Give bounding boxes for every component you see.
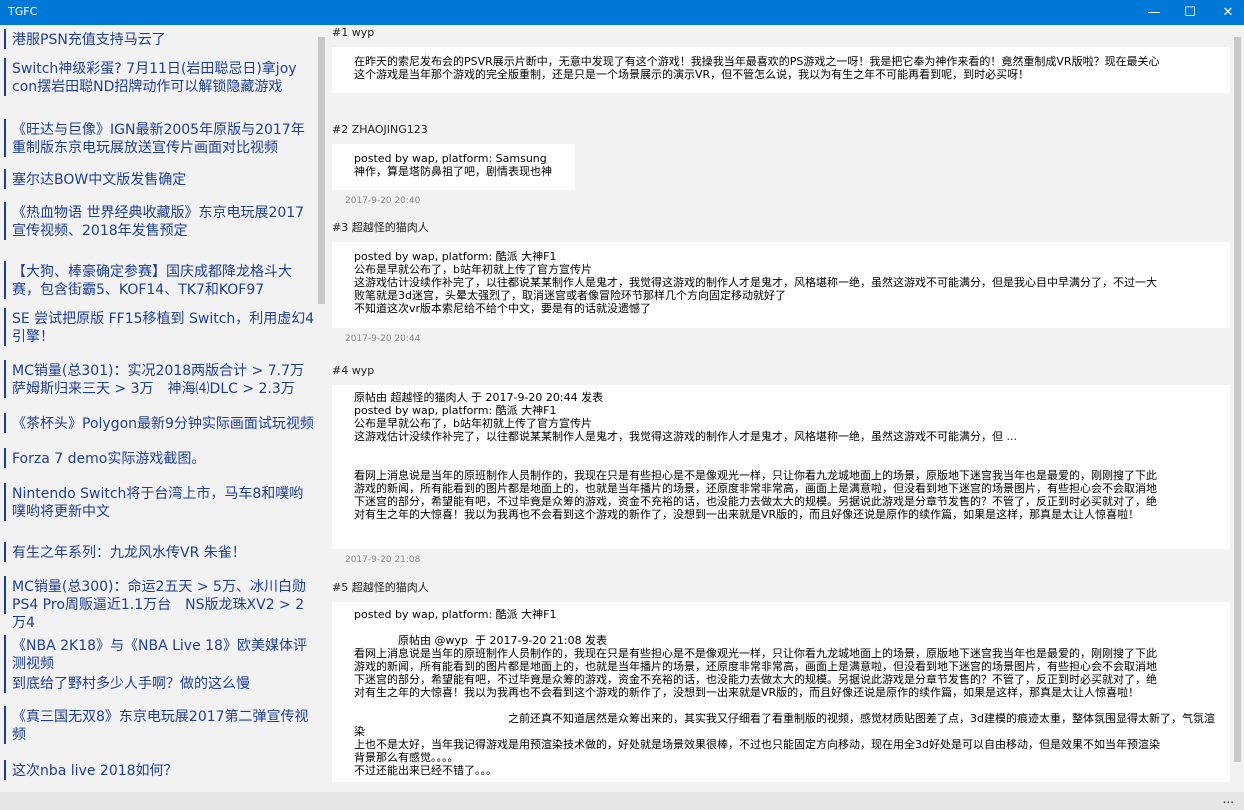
- news-item[interactable]: SE 尝试把原版 FF15移植到 Switch，利用虚幻4引擎！: [4, 308, 316, 346]
- post-line: 公布是早就公布了，b站年初就上传了官方宣传片: [354, 417, 592, 430]
- post-timestamp: 2017-9-20 20:40: [345, 196, 421, 206]
- post-line: 原帖由 超越怪的猫肉人 于 2017-9-20 20:44 发表: [354, 391, 604, 404]
- news-item[interactable]: MC销量(总301)：实况2018两版合计 > 7.7万 萨姆斯归来三天 > 3…: [4, 360, 316, 398]
- news-item[interactable]: 《真三国无双8》东京电玩展2017第二弹宣传视频: [4, 706, 316, 744]
- post-line: 在昨天的索尼发布会的PSVR展示片断中，无意中发现了有这个游戏！我操我当年最喜欢…: [354, 55, 1160, 68]
- post-line: posted by wap, platform: 酷派 大神F1: [354, 404, 557, 417]
- news-item[interactable]: 塞尔达BOW中文版发售确定: [4, 169, 316, 189]
- post-header: #5 超越怪的猫肉人: [332, 581, 429, 594]
- post-line: 游戏的新闻，所有能看到的图片都是地面上的，也就是当年播片的场景，还原度非常非常高…: [354, 482, 1157, 495]
- news-item[interactable]: 【大狗、棒豪确定参赛】国庆成都降龙格斗大赛，包含街霸5、KOF14、TK7和KO…: [4, 261, 316, 299]
- post-header: #3 超越怪的猫肉人: [332, 221, 429, 234]
- news-item[interactable]: 有生之年系列：九龙风水传VR 朱雀！: [4, 542, 316, 562]
- post-line: 游戏的新闻，所有能看到的图片都是地面上的，也就是当年播片的场景，还原度非常非常高…: [354, 660, 1157, 673]
- news-item[interactable]: 到底给了野村多少人手啊？做的这么慢: [4, 673, 316, 693]
- news-item[interactable]: 《热血物语 世界经典收藏版》东京电玩展2017宣传视频、2018年发售预定: [4, 202, 316, 240]
- news-list-pane: 港服PSN充值支持马云了 Switch神级彩蛋? 7月11日(岩田聪忌日)拿joy…: [0, 25, 316, 792]
- news-item[interactable]: Nintendo Switch将于台湾上市，马车8和噗哟噗哟将更新中文: [4, 483, 316, 521]
- post-line: 不过还能出来已经不错了。。。: [354, 764, 497, 777]
- news-list-scroll-thumb[interactable]: [318, 37, 325, 304]
- post-line: 对有生之年的大惊喜！我以为我再也不会看到这个游戏的新作了，没想到一出来就是VR版…: [354, 508, 1140, 521]
- post-line: [354, 621, 1220, 634]
- thread-scroll-thumb[interactable]: [1234, 37, 1241, 762]
- post: #1 wyp 在昨天的索尼发布会的PSVR展示片断中，无意中发现了有这个游戏！我操…: [332, 25, 1230, 93]
- post-body: 原帖由 超越怪的猫肉人 于 2017-9-20 20:44 发表 posted b…: [332, 385, 1230, 549]
- post-line: 神作，算是塔防鼻祖了吧，剧情表现也神: [354, 165, 552, 178]
- more-button[interactable]: ...: [1223, 792, 1234, 806]
- post-timestamp: 2017-9-20 21:08: [345, 555, 421, 565]
- post-line: 对有生之年的大惊喜！我以为我再也不会看到这个游戏的新作了，没想到一出来就是VR版…: [354, 686, 1140, 699]
- post-line: 公布是早就公布了，b站年初就上传了官方宣传片: [354, 263, 592, 276]
- post: #2 ZHAOJING123 posted by wap, platform: S…: [332, 122, 1230, 208]
- post-line: 原帖由 @wyp 于 2017-9-20 21:08 发表: [354, 634, 608, 647]
- post-body: 在昨天的索尼发布会的PSVR展示片断中，无意中发现了有这个游戏！我操我当年最喜欢…: [332, 47, 1230, 93]
- news-list-scrollbar[interactable]: [316, 25, 328, 792]
- post-body: posted by wap, platform: 酷派 大神F1 原帖由 @wy…: [332, 602, 1230, 782]
- post-line: [354, 443, 1220, 456]
- news-item[interactable]: 《茶杯头》Polygon最新9分钟实际画面试玩视频: [4, 413, 316, 433]
- thread-scrollbar[interactable]: [1232, 25, 1244, 792]
- post-header: #4 wyp: [332, 364, 375, 377]
- post-line: 看网上消息说是当年的原班制作人员制作的，我现在只是有些担心是不是像观光一样，只让…: [354, 469, 1157, 482]
- news-item[interactable]: Forza 7 demo实际游戏截图。: [4, 448, 316, 468]
- post-line: [354, 456, 1220, 469]
- post-line: 不知道这次vr版本索尼给不给个中文，要是有的话就没遗憾了: [354, 302, 652, 315]
- post-line: 下迷宫的部分，希望能有吧，不过毕竟是众筹的游戏，资金不充裕的话，也没能力去做太大…: [354, 495, 1157, 508]
- post-line: 之前还真不知道居然是众筹出来的，其实我又仔细看了看重制版的视频，感觉材质贴图差了…: [354, 712, 1215, 738]
- post-line: posted by wap, platform: Samsung: [354, 152, 547, 165]
- news-item[interactable]: Switch神级彩蛋? 7月11日(岩田聪忌日)拿joy con摆岩田聪ND招牌…: [4, 58, 316, 96]
- window-title: TGFC: [8, 5, 38, 18]
- post-body: posted by wap, platform: 酷派 大神F1 公布是早就公布了…: [332, 242, 1230, 328]
- close-button[interactable]: ✕: [1206, 0, 1244, 25]
- post: #5 超越怪的猫肉人 posted by wap, platform: 酷派 大神…: [332, 580, 1230, 782]
- thread-pane: #1 wyp 在昨天的索尼发布会的PSVR展示片断中，无意中发现了有这个游戏！我操…: [332, 25, 1230, 792]
- post-timestamp: 2017-9-20 20:44: [345, 334, 421, 344]
- post: #3 超越怪的猫肉人 posted by wap, platform: 酷派 大神…: [332, 220, 1230, 346]
- post-line: 败笔就是3d迷宫，头晕太强烈了，取消迷宫或者像冒险环节那样几个方向固定移动就好了: [354, 289, 786, 302]
- post-line: 看网上消息说是当年的原班制作人员制作的，我现在只是有些担心是不是像观光一样，只让…: [354, 647, 1157, 660]
- news-item[interactable]: 《NBA 2K18》与《NBA Live 18》欧美媒体评测视频: [4, 635, 316, 673]
- post-line: 下迷宫的部分，希望能有吧，不过毕竟是众筹的游戏，资金不充裕的话，也没能力去做太大…: [354, 673, 1157, 686]
- post-body: posted by wap, platform: Samsung 神作，算是塔防鼻…: [332, 144, 575, 190]
- post-line: 背景那么有感觉。。。。: [354, 751, 459, 764]
- post-header: #2 ZHAOJING123: [332, 123, 428, 136]
- post-line: [354, 699, 1220, 712]
- news-item[interactable]: 港服PSN充值支持马云了: [4, 29, 316, 49]
- post-line: 这游戏估计没续作补完了，以往都说某某制作人是鬼才，我觉得这游戏的制作人才是鬼才，…: [354, 276, 1157, 289]
- news-item[interactable]: MC销量(总300)：命运2五天 > 5万、冰川白勋PS4 Pro周贩逼近1.1…: [4, 576, 316, 631]
- post-line: 上也不是太好，当年我记得游戏是用预渲染技术做的，好处就是场景效果很棒，不过也只能…: [354, 738, 1160, 751]
- title-bar: TGFC — ☐ ✕: [0, 0, 1244, 25]
- post-line: 这个游戏是当年那个游戏的完全版重制，还是只是一个场景展示的演示VR，但不管怎么说…: [354, 68, 1030, 81]
- news-item[interactable]: 《旺达与巨像》IGN最新2005年原版与2017年重制版东京电玩展放送宣传片画面…: [4, 119, 316, 157]
- post-header: #1 wyp: [332, 26, 375, 39]
- status-bar: ...: [0, 792, 1244, 810]
- post-line: posted by wap, platform: 酷派 大神F1: [354, 250, 557, 263]
- post-line: 这游戏估计没续作补完了，以往都说某某制作人是鬼才，我觉得这游戏的制作人才是鬼才，…: [354, 430, 1017, 443]
- post: #4 wyp 原帖由 超越怪的猫肉人 于 2017-9-20 20:44 发表 po…: [332, 363, 1230, 567]
- post-line: posted by wap, platform: 酷派 大神F1: [354, 608, 557, 621]
- news-item[interactable]: 这次nba live 2018如何？: [4, 760, 316, 780]
